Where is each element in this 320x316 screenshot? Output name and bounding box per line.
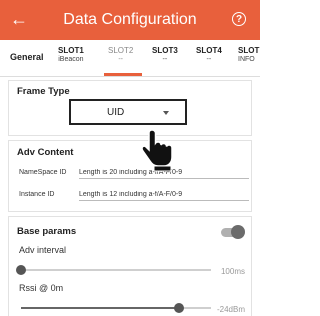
tab-slot1-label: SLOT1 — [58, 46, 84, 55]
frame-type-dropdown[interactable]: UID — [69, 99, 187, 125]
tab-slot2[interactable]: SLOT2 -- — [108, 46, 133, 64]
frame-type-section: Frame Type UID — [8, 80, 252, 136]
rssi-thumb[interactable] — [173, 303, 184, 313]
adv-content-title: Adv Content — [17, 147, 74, 158]
tab-slot4-label: SLOT4 — [196, 46, 222, 55]
tab-slot1-sub: iBeacon — [58, 56, 84, 63]
rssi-label: Rssi @ 0m — [19, 283, 64, 293]
tab-slot2-label: SLOT2 — [108, 46, 134, 55]
base-params-section: Base params Adv interval 100ms Rssi @ 0m… — [8, 216, 252, 316]
adv-content-section: Adv Content NameSpace ID Length is 20 in… — [8, 140, 252, 212]
tab-slot4-sub: -- — [206, 56, 212, 63]
adv-interval-value: 100ms — [220, 267, 245, 276]
namespace-id-label: NameSpace ID — [19, 169, 67, 176]
adv-interval-thumb[interactable] — [16, 265, 26, 275]
rssi-slider[interactable] — [21, 303, 211, 313]
rssi-fill — [21, 307, 179, 309]
adv-interval-slider[interactable] — [16, 265, 211, 275]
dropdown-arrow-icon — [163, 111, 169, 115]
tab-slot-info-sub: INFO — [238, 56, 255, 63]
slot-tabs: General SLOT1 iBeacon SLOT2 -- SLOT3 -- … — [0, 40, 260, 77]
tab-slot-info[interactable]: SLOT INFO — [238, 46, 259, 64]
app-bar: ← Data Configuration ? — [0, 0, 260, 40]
active-tab-indicator — [104, 73, 142, 76]
toggle-thumb[interactable] — [231, 225, 245, 239]
page-title: Data Configuration — [63, 11, 197, 28]
adv-interval-label: Adv interval — [19, 245, 67, 255]
frame-type-value: UID — [107, 107, 125, 118]
instance-id-label: Instance ID — [19, 191, 55, 198]
tab-slot2-sub: -- — [118, 56, 123, 63]
tab-slot3-sub: -- — [162, 56, 168, 63]
tab-slot3[interactable]: SLOT3 -- — [152, 46, 178, 64]
tab-slot-info-label: SLOT — [238, 46, 260, 55]
help-icon[interactable]: ? — [232, 12, 246, 26]
tab-slot3-label: SLOT3 — [152, 46, 178, 55]
instance-id-field[interactable]: Length is 12 including a-f/A-F/0-9 — [79, 191, 249, 201]
tab-slot4[interactable]: SLOT4 -- — [196, 46, 222, 64]
tab-slot1[interactable]: SLOT1 iBeacon — [58, 46, 84, 64]
tab-general[interactable]: General — [10, 53, 44, 62]
pointing-hand-icon — [141, 129, 173, 172]
base-params-title: Base params — [17, 226, 77, 237]
rssi-value: -24dBm — [216, 305, 245, 314]
frame-type-title: Frame Type — [17, 86, 70, 97]
